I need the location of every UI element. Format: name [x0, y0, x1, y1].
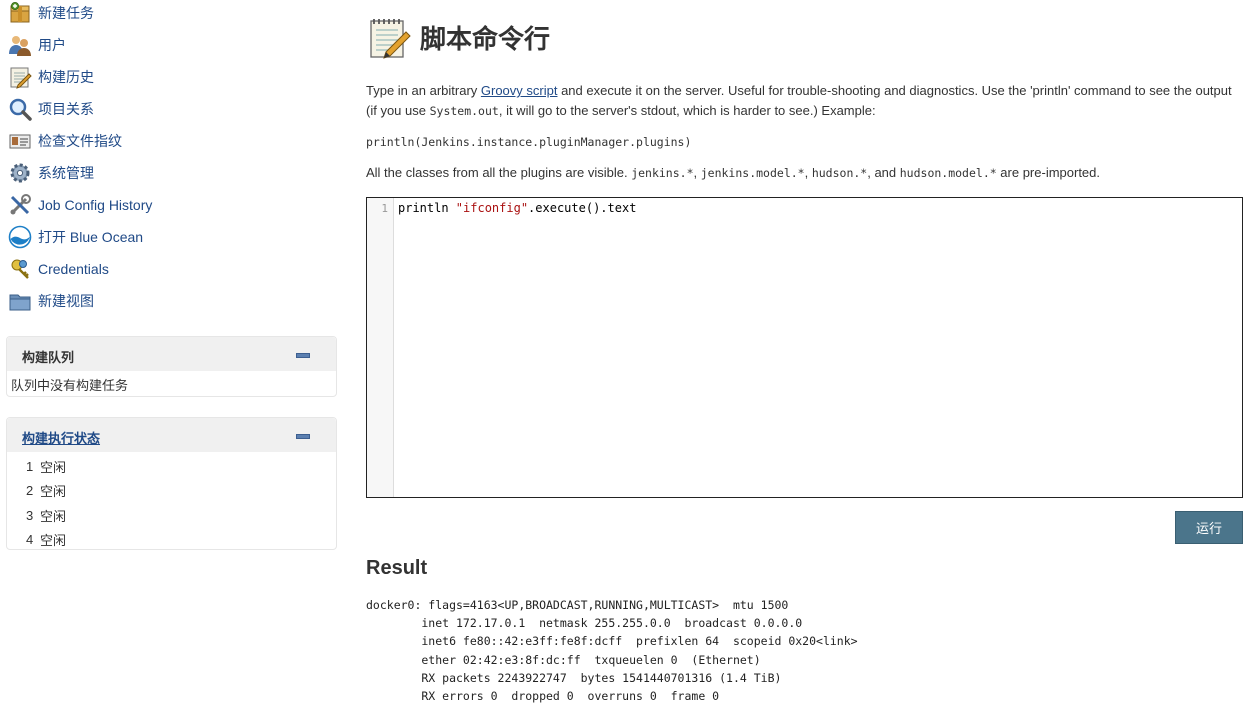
users-icon [8, 33, 32, 57]
code-string: "ifconfig" [455, 201, 529, 215]
page-header: 脚本命令行 [366, 14, 550, 60]
package-hudson-model: hudson.model.* [899, 166, 997, 180]
executors-header: 构建执行状态 [7, 418, 336, 452]
sidebar-item-label: 构建历史 [38, 69, 94, 85]
executor-number: 4 [26, 532, 34, 548]
credentials-icon [8, 257, 32, 281]
result-heading: Result [366, 557, 428, 579]
intro-text-3: , it will go to the server's stdout, whi… [498, 103, 876, 118]
sidebar-item-project-relationship[interactable]: 项目关系 [8, 96, 94, 122]
imports-text-2: are pre-imported. [996, 165, 1101, 180]
system-out-code: System.out [429, 104, 499, 118]
sidebar-item-label: 检查文件指纹 [38, 133, 122, 149]
package-jenkins-model: jenkins.model.* [700, 166, 805, 180]
executor-row: 2 空闲 [7, 479, 336, 504]
executor-row: 3 空闲 [7, 503, 336, 528]
sidebar-item-check-fingerprint[interactable]: 检查文件指纹 [8, 128, 122, 154]
executor-list: 1 空闲 2 空闲 3 空闲 4 空闲 [7, 452, 336, 552]
executor-row: 1 空闲 [7, 454, 336, 479]
result-output: docker0: flags=4163<UP,BROADCAST,RUNNING… [366, 598, 858, 704]
executor-number: 2 [26, 483, 34, 499]
package-jenkins: jenkins.* [631, 166, 694, 180]
sidebar-item-new-view[interactable]: 新建视图 [8, 288, 94, 314]
package-hudson: hudson.* [811, 166, 868, 180]
sidebar-item-users[interactable]: 用户 [8, 32, 66, 58]
code-line[interactable]: println "ifconfig".execute().text [398, 201, 636, 215]
notepad-icon [8, 65, 32, 89]
page-title: 脚本命令行 [420, 23, 551, 54]
sidebar-item-label: 新建视图 [38, 293, 94, 309]
run-button[interactable]: 运行 [1175, 511, 1243, 544]
blue-ocean-icon [8, 225, 32, 249]
imports-sep-1: , [693, 165, 701, 180]
magnifier-icon [8, 97, 32, 121]
config-tools-icon [8, 193, 32, 217]
example-code: println(Jenkins.instance.pluginManager.p… [366, 135, 692, 149]
imports-text: All the classes from all the plugins are… [366, 163, 1238, 183]
groovy-script-link[interactable]: Groovy script [481, 83, 558, 98]
collapse-icon[interactable] [296, 353, 310, 358]
executors-pane: 构建执行状态 1 空闲 2 空闲 3 空闲 4 空闲 [6, 417, 337, 550]
sidebar-item-build-history[interactable]: 构建历史 [8, 64, 94, 90]
code-suffix: .execute().text [528, 201, 637, 215]
build-queue-title: 构建队列 [22, 350, 75, 365]
intro-text-1: Type in an arbitrary [366, 83, 481, 98]
sidebar-item-manage-jenkins[interactable]: 系统管理 [8, 160, 94, 186]
executor-status: 空闲 [40, 533, 67, 549]
notepad-icon [366, 14, 412, 60]
sidebar-item-new-job[interactable]: 新建任务 [8, 0, 94, 26]
folder-icon [8, 289, 32, 313]
intro-text: Type in an arbitrary Groovy script and e… [366, 81, 1238, 121]
sidebar-item-credentials[interactable]: Credentials [8, 256, 109, 282]
executor-status: 空闲 [40, 484, 67, 500]
imports-sep-2: , [804, 165, 812, 180]
executors-title-link[interactable]: 构建执行状态 [22, 428, 100, 447]
code-prefix: println [398, 201, 456, 215]
executor-status: 空闲 [40, 508, 67, 524]
sidebar-item-label: 项目关系 [38, 101, 94, 117]
sidebar-item-label: 新建任务 [38, 5, 94, 21]
sidebar-item-label: Job Config History [38, 197, 153, 213]
new-package-icon [8, 1, 32, 25]
executor-status: 空闲 [40, 459, 67, 475]
sidebar-item-blue-ocean[interactable]: 打开 Blue Ocean [8, 224, 143, 250]
build-queue-pane: 构建队列 队列中没有构建任务 [6, 336, 337, 397]
executor-row: 4 空闲 [7, 528, 336, 553]
executor-number: 3 [26, 507, 34, 523]
sidebar-item-label: 用户 [38, 37, 66, 53]
sidebar-item-label: 系统管理 [38, 165, 94, 181]
imports-sep-3: , and [867, 165, 900, 180]
build-queue-empty-text: 队列中没有构建任务 [11, 378, 129, 393]
editor-gutter: 1 [367, 198, 394, 497]
sidebar-item-job-config-history[interactable]: Job Config History [8, 192, 152, 218]
fingerprint-icon [8, 129, 32, 153]
line-number: 1 [381, 202, 388, 215]
imports-text-1: All the classes from all the plugins are… [366, 165, 632, 180]
collapse-icon[interactable] [296, 434, 310, 439]
sidebar-item-label: 打开 Blue Ocean [38, 229, 144, 245]
executor-number: 1 [26, 458, 34, 474]
script-editor[interactable]: 1 println "ifconfig".execute().text [366, 197, 1243, 498]
build-queue-header: 构建队列 [7, 337, 336, 371]
sidebar-item-label: Credentials [38, 261, 109, 277]
gear-icon [8, 161, 32, 185]
